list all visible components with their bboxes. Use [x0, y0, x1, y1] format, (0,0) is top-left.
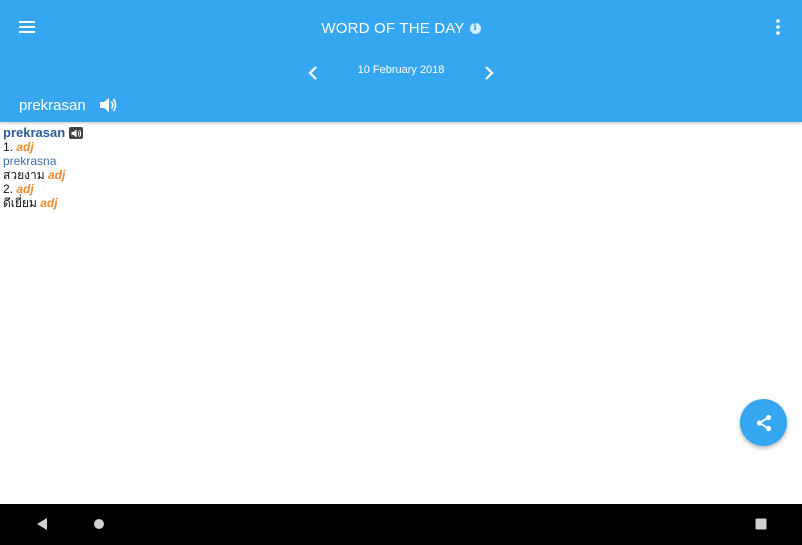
- share-icon: [756, 414, 771, 431]
- headword-audio-button[interactable]: [69, 127, 84, 139]
- part-of-speech: adj: [16, 182, 34, 196]
- translation-text: สวยงาม: [3, 168, 45, 182]
- chevron-left-icon: [308, 66, 317, 80]
- translation-pos: adj: [47, 168, 66, 182]
- share-button[interactable]: [740, 399, 787, 446]
- info-icon[interactable]: i: [469, 22, 481, 34]
- system-navigation-bar: [0, 504, 802, 545]
- translation-pos: adj: [40, 196, 58, 210]
- speaker-icon: [99, 98, 117, 112]
- pronounce-button[interactable]: [98, 95, 118, 115]
- more-vertical-icon: [776, 19, 780, 35]
- part-of-speech: adj: [16, 140, 34, 154]
- dictionary-entry: prekrasan 1. adj prekrasna สวยงาม adj 2.…: [3, 126, 793, 210]
- app-bar: WORD OF THE DAY i 10 February 2018 prekr…: [0, 0, 802, 122]
- page-title: WORD OF THE DAY: [321, 19, 465, 37]
- more-options-button[interactable]: [762, 12, 794, 42]
- app-window: WORD OF THE DAY i 10 February 2018 prekr…: [0, 0, 802, 545]
- home-circle-icon: [94, 519, 104, 529]
- sense-number: 1.: [3, 140, 14, 154]
- title-group: WORD OF THE DAY i: [0, 17, 802, 39]
- nav-home-button[interactable]: [89, 514, 109, 534]
- headword: prekrasan: [3, 125, 66, 140]
- word-of-the-day: prekrasan: [19, 96, 86, 114]
- nav-back-button[interactable]: [32, 514, 52, 534]
- next-day-button[interactable]: [476, 60, 502, 86]
- back-triangle-icon: [37, 518, 47, 530]
- translation-text: ดีเยี่ยม: [3, 196, 37, 210]
- recents-square-icon: [755, 518, 767, 530]
- nav-recents-button[interactable]: [751, 514, 771, 534]
- previous-day-button[interactable]: [300, 60, 326, 86]
- sense-1-heading: 1. adj: [3, 140, 793, 154]
- sense-1-translation: สวยงาม adj: [3, 168, 793, 182]
- word-row: prekrasan: [19, 94, 118, 116]
- entry-header: prekrasan: [3, 126, 793, 140]
- sense-2-heading: 2. adj: [3, 182, 793, 196]
- date-label: 10 February 2018: [357, 64, 445, 76]
- sense-1-lemma[interactable]: prekrasna: [3, 154, 793, 168]
- chevron-right-icon: [485, 66, 494, 80]
- sense-number: 2.: [3, 182, 14, 196]
- speaker-icon: [71, 129, 81, 137]
- sense-2-translation: ดีเยี่ยม adj: [3, 196, 793, 210]
